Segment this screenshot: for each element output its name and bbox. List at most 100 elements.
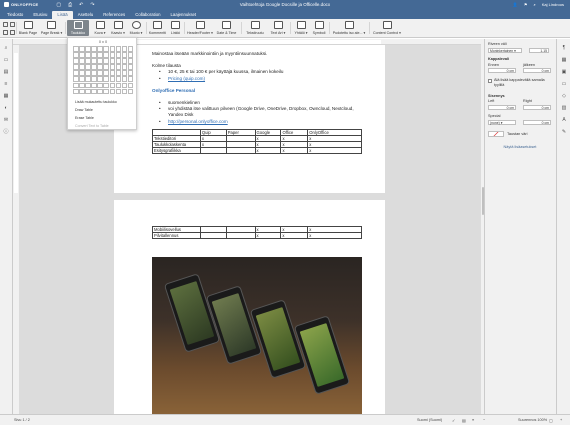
table-size-cell[interactable] [97,52,103,58]
table-size-cell[interactable] [127,46,134,52]
table-size-cell[interactable] [97,64,103,70]
dropcap-button[interactable]: Pudotettu iso ale... ▾ [331,20,367,36]
chart-settings-icon[interactable]: ▥ [561,105,567,111]
equation-button[interactable]: Yhtälö ▾ [292,20,310,36]
table-size-cell[interactable] [109,64,116,70]
insert-custom-table-item[interactable]: Lisää mukautettu taulukko [75,100,117,104]
table-size-cell[interactable] [79,82,85,89]
tab-file[interactable]: Tiedosto [2,11,28,19]
table-size-cell[interactable] [121,88,128,95]
table-size-cell[interactable] [73,82,79,89]
table-size-cell[interactable] [91,64,97,70]
table-size-cell[interactable] [103,82,109,89]
header-settings-icon[interactable]: ▭ [561,81,567,87]
table-size-cell[interactable] [91,52,97,58]
table-cell[interactable]: x [254,146,282,154]
table-size-cell[interactable] [127,70,134,76]
search-icon[interactable]: ⌕ [3,45,9,51]
convert-text-to-table-item[interactable]: Convert Text to Table [75,124,109,128]
table-size-cell[interactable] [115,64,122,70]
background-color-button[interactable] [488,131,504,137]
comparison-table[interactable]: Quip Paper Google Office OnlyOffice Teks… [152,128,362,154]
table-size-cell[interactable] [127,82,134,89]
table-size-cell[interactable] [79,70,85,76]
table-size-cell[interactable] [73,76,79,82]
thumbnails-icon[interactable]: ▦ [3,93,9,99]
content-control-button[interactable]: Content Control ▾ [371,20,403,36]
left-indent-input[interactable]: 0 cm [488,105,516,110]
user-name[interactable]: Kaj Lindroos [542,2,564,7]
table-size-cell[interactable] [79,76,85,82]
table-size-cell[interactable] [103,58,109,64]
before-input[interactable]: 0 cm [488,68,516,73]
print-icon[interactable]: ⎙ [68,2,72,8]
table-size-cell[interactable] [97,76,103,82]
table-size-cell[interactable] [91,58,97,64]
word-count-icon[interactable]: ≡ [472,418,474,422]
table-size-cell[interactable] [121,70,128,76]
table-size-cell[interactable] [121,64,128,70]
table-size-cell[interactable] [85,52,91,58]
tab-layout[interactable]: Asettelu [73,11,99,19]
table-size-cell[interactable] [121,76,128,82]
line-spacing-mode-select[interactable]: Moninkertainen ▾ [488,48,522,53]
tab-home[interactable]: Etusivu [28,11,52,19]
table-size-cell[interactable] [97,70,103,76]
table-cell[interactable]: x [254,232,282,239]
table-size-cell[interactable] [97,82,103,89]
table-button[interactable]: Taulukko [67,20,89,36]
table-size-cell[interactable] [121,52,128,58]
table-size-cell[interactable] [91,88,97,95]
table-settings-icon[interactable]: ▦ [561,57,567,63]
users-icon[interactable]: 👤 [513,2,518,7]
table-size-cell[interactable] [73,46,79,52]
table-size-cell[interactable] [127,88,134,95]
table-cell[interactable] [199,232,227,239]
table-size-cell[interactable] [91,82,97,89]
page-counter[interactable]: Sivu 1 / 2 [14,418,30,422]
table-size-cell[interactable] [97,88,103,95]
image-settings-icon[interactable]: ▣ [561,69,567,75]
draw-table-item[interactable]: Draw Table [75,108,93,112]
right-indent-input[interactable]: 0 cm [523,105,551,110]
table-size-cell[interactable] [85,82,91,89]
signature-icon[interactable]: ✎ [561,129,567,135]
special-indent-select[interactable]: (none) ▾ [488,120,516,125]
table-size-cell[interactable] [85,58,91,64]
table-size-cell[interactable] [73,88,79,95]
table-size-cell[interactable] [103,76,109,82]
textbox-button[interactable]: Tekstiruutu [243,20,267,36]
table-size-cell[interactable] [103,52,109,58]
table-cell[interactable] [225,146,256,154]
table-size-cell[interactable] [97,46,103,52]
image-button[interactable]: Kuva ▾ [91,20,109,36]
textart-settings-icon[interactable]: A [561,117,567,123]
table-size-cell[interactable] [79,64,85,70]
table-size-cell[interactable] [127,76,134,82]
zoom-out-icon[interactable]: − [483,418,485,422]
link-button[interactable]: Linkki [168,20,183,36]
table-size-cell[interactable] [109,52,116,58]
table-size-cell[interactable] [103,46,109,52]
table-size-cell[interactable] [115,46,122,52]
table-size-cell[interactable] [121,82,128,89]
save-icon[interactable]: ▢ [56,2,61,8]
plugins-icon[interactable]: ◐ [3,105,9,111]
table-size-cell[interactable] [85,46,91,52]
table-size-cell[interactable] [115,70,122,76]
table-size-cell[interactable] [85,70,91,76]
table-size-cell[interactable] [91,46,97,52]
table-size-cell[interactable] [91,76,97,82]
table-size-cell[interactable] [85,88,91,95]
table-cell[interactable] [225,232,256,239]
table-size-cell[interactable] [97,58,103,64]
table-size-cell[interactable] [109,58,116,64]
table-size-cell[interactable] [79,52,85,58]
table-cell[interactable] [199,146,227,154]
date-time-button[interactable]: Date & Time [214,20,239,36]
undo-icon[interactable]: ↶ [79,2,83,8]
table-size-cell[interactable] [121,46,128,52]
page-2[interactable]: Mobiilisovellus x x x Pilvitallennus x x… [114,200,385,414]
feedback-icon[interactable]: ✉ [3,117,9,123]
table-size-cell[interactable] [73,52,79,58]
